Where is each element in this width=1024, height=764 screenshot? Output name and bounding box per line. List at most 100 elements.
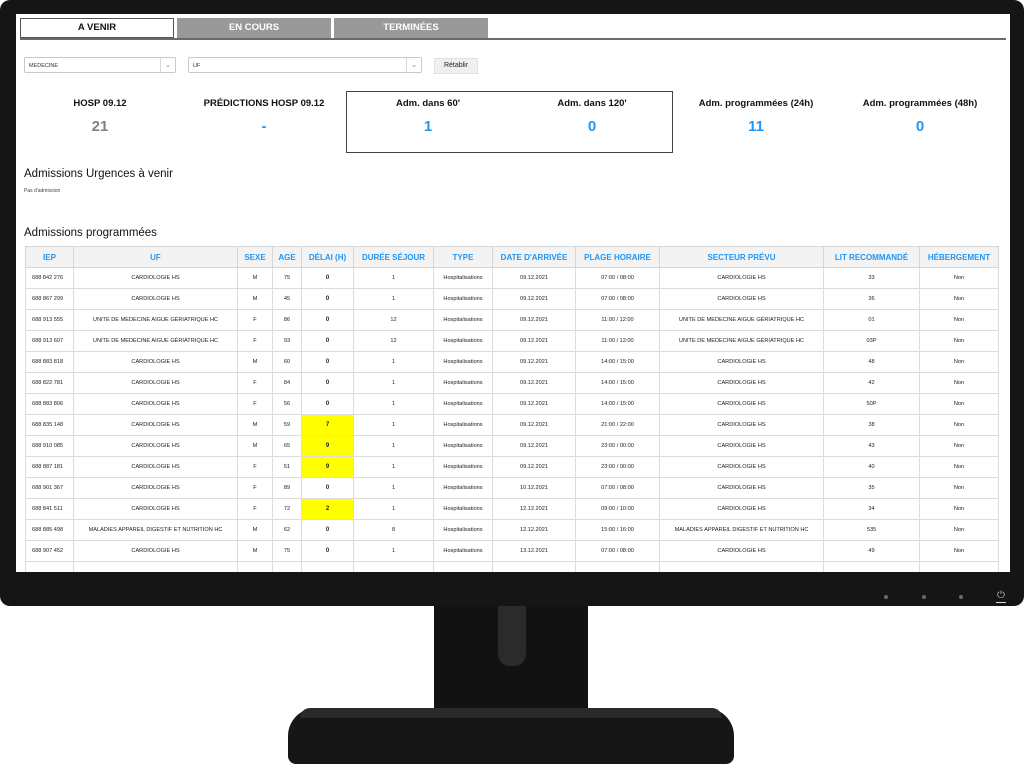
cell-uf: CARDIOLOGIE HS — [73, 477, 238, 499]
cell-age: 62 — [272, 519, 302, 541]
column-header[interactable]: PLAGE HORAIRE — [575, 246, 660, 268]
table-row[interactable]: 688 885 498 MALADIES APPAREIL DIGESTIF ET… — [25, 519, 999, 541]
table-row[interactable]: 688 901 367 CARDIOLOGIE HS F 89 0 1 Hospitalis… — [25, 477, 999, 499]
cell-hebergement: Non — [919, 498, 999, 520]
service-select[interactable]: MEDECINE ⌄ — [24, 57, 176, 73]
cell-date — [492, 561, 576, 572]
cell-age: 59 — [272, 414, 302, 436]
kpi-label: Adm. dans 60' — [395, 98, 461, 109]
kpi-value: 0 — [915, 118, 925, 135]
column-header[interactable]: HÉBERGEMENT — [919, 246, 999, 268]
admissions-table: IEP UF SEXE AGE DÉLAI (H) DURÉE SÉJOUR T… — [25, 246, 999, 572]
cell-sexe: M — [237, 540, 273, 562]
column-header[interactable]: UF — [73, 246, 238, 268]
cell-duree: 1 — [353, 288, 434, 310]
table-row[interactable]: 688 883 818 CARDIOLOGIE HS M 60 0 1 Hospitalis… — [25, 351, 999, 373]
cell-type: Hospitalisations — [433, 498, 493, 520]
app-screen: A VENIR EN COURS TERMINÉES MEDECINE ⌄ UF… — [16, 14, 1010, 572]
cell-secteur: CARDIOLOGIE HS — [659, 456, 824, 478]
cell-duree: 8 — [353, 519, 434, 541]
cell-uf: CARDIOLOGIE HS — [73, 456, 238, 478]
cell-iep: 688 907 452 — [25, 540, 74, 562]
table-row[interactable]: 688 913 555 UNITE DE MEDECINE AIGUE GÉRIA… — [25, 309, 999, 331]
table-body: 688 842 276 CARDIOLOGIE HS M 75 0 1 Hospitalis… — [25, 267, 999, 572]
cell-iep: 688 883 818 — [25, 351, 74, 373]
cell-lit: 38 — [823, 414, 920, 436]
cell-iep — [25, 561, 74, 572]
cell-type: Hospitalisations — [433, 414, 493, 436]
cell-plage: 14:00 / 15:00 — [575, 351, 660, 373]
cell-hebergement: Non — [919, 540, 999, 562]
table-row[interactable] — [25, 561, 999, 572]
tab-en-cours[interactable]: EN COURS — [177, 18, 331, 38]
cell-hebergement: Non — [919, 330, 999, 352]
kpi-label: Adm. programmées (48h) — [862, 98, 978, 109]
cell-duree: 1 — [353, 351, 434, 373]
column-header[interactable]: IEP — [25, 246, 74, 268]
cell-hebergement: Non — [919, 414, 999, 436]
column-header[interactable]: SEXE — [237, 246, 273, 268]
cell-secteur: CARDIOLOGIE HS — [659, 540, 824, 562]
cell-age: 65 — [272, 435, 302, 457]
cell-type: Hospitalisations — [433, 372, 493, 394]
cell-secteur: CARDIOLOGIE HS — [659, 393, 824, 415]
cell-duree: 12 — [353, 309, 434, 331]
cell-uf: CARDIOLOGIE HS — [73, 351, 238, 373]
cell-duree: 1 — [353, 372, 434, 394]
kpi-adm-60: Adm. dans 60' 1 — [348, 98, 508, 135]
table-row[interactable]: 688 887 181 CARDIOLOGIE HS F 51 9 1 Hospitalis… — [25, 456, 999, 478]
cell-lit: 49 — [823, 540, 920, 562]
cell-type: Hospitalisations — [433, 435, 493, 457]
tab-a-venir[interactable]: A VENIR — [20, 18, 174, 38]
tab-terminees[interactable]: TERMINÉES — [334, 18, 488, 38]
table-row[interactable]: 688 910 085 CARDIOLOGIE HS M 65 9 1 Hospitalis… — [25, 435, 999, 457]
table-row[interactable]: 688 841 511 CARDIOLOGIE HS F 72 2 1 Hospitalis… — [25, 498, 999, 520]
uf-select-value: UF — [193, 63, 201, 69]
cell-type: Hospitalisations — [433, 393, 493, 415]
cell-lit: 01 — [823, 309, 920, 331]
cell-sexe — [237, 561, 273, 572]
cell-duree: 1 — [353, 393, 434, 415]
table-row[interactable]: 688 842 276 CARDIOLOGIE HS M 75 0 1 Hospitalis… — [25, 267, 999, 289]
column-header[interactable]: LIT RECOMMANDÉ — [823, 246, 920, 268]
kpi-value: 1 — [423, 118, 433, 135]
cell-age: 51 — [272, 456, 302, 478]
reset-button[interactable]: Rétablir — [434, 58, 478, 74]
cell-age: 72 — [272, 498, 302, 520]
column-header[interactable]: AGE — [272, 246, 302, 268]
column-header[interactable]: DURÉE SÉJOUR — [353, 246, 434, 268]
cell-delai: 9 — [301, 435, 354, 457]
chevron-down-icon[interactable]: ⌄ — [406, 58, 421, 72]
cell-sexe: M — [237, 435, 273, 457]
cell-age — [272, 561, 302, 572]
cell-secteur: CARDIOLOGIE HS — [659, 414, 824, 436]
uf-select[interactable]: UF ⌄ — [188, 57, 422, 73]
cell-delai: 0 — [301, 540, 354, 562]
table-row[interactable]: 688 835 148 CARDIOLOGIE HS M 59 7 1 Hospitalis… — [25, 414, 999, 436]
table-row[interactable]: 688 907 452 CARDIOLOGIE HS M 75 0 1 Hospitalis… — [25, 540, 999, 562]
kpi-adm-48h: Adm. programmées (48h) 0 — [840, 98, 1000, 135]
table-row[interactable]: 688 883 806 CARDIOLOGIE HS F 56 0 1 Hospitalis… — [25, 393, 999, 415]
cell-date: 09.12.2021 — [492, 309, 576, 331]
cell-lit: 35 — [823, 477, 920, 499]
column-header[interactable]: DÉLAI (H) — [301, 246, 354, 268]
chevron-down-icon[interactable]: ⌄ — [160, 58, 175, 72]
urgences-empty-text: Pas d'admission — [24, 188, 61, 194]
column-header[interactable]: TYPE — [433, 246, 493, 268]
cell-iep: 688 835 148 — [25, 414, 74, 436]
cell-delai: 2 — [301, 498, 354, 520]
table-row[interactable]: 688 913 607 UNITE DE MEDECINE AIGUE GÉRIA… — [25, 330, 999, 352]
cell-plage — [575, 561, 660, 572]
cell-uf: CARDIOLOGIE HS — [73, 498, 238, 520]
cell-uf: UNITE DE MEDECINE AIGUE GÉRIATRIQUE HC — [73, 309, 238, 331]
cell-date: 09.12.2021 — [492, 393, 576, 415]
cell-age: 89 — [272, 477, 302, 499]
column-header[interactable]: DATE D'ARRIVÉE — [492, 246, 576, 268]
cell-secteur: CARDIOLOGIE HS — [659, 288, 824, 310]
column-header[interactable]: SECTEUR PRÉVU — [659, 246, 824, 268]
cell-duree: 12 — [353, 330, 434, 352]
table-row[interactable]: 688 867 299 CARDIOLOGIE HS M 45 0 1 Hospitalis… — [25, 288, 999, 310]
cell-uf: CARDIOLOGIE HS — [73, 288, 238, 310]
table-row[interactable]: 688 822 781 CARDIOLOGIE HS F 84 0 1 Hospitalis… — [25, 372, 999, 394]
cell-iep: 688 887 181 — [25, 456, 74, 478]
